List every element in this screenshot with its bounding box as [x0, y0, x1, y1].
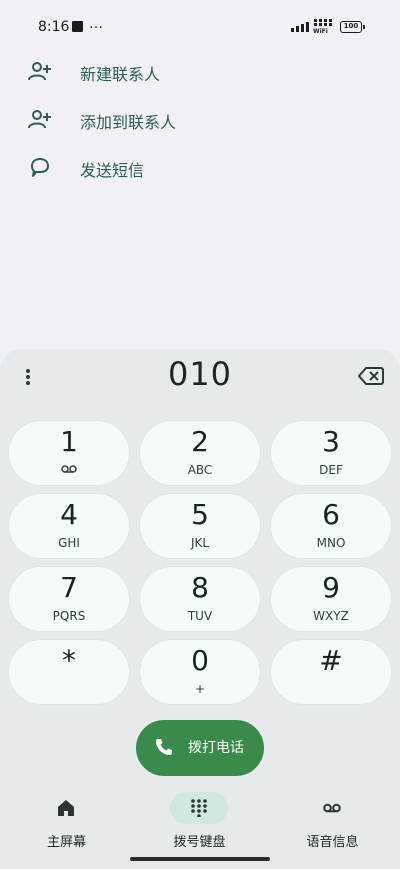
- add-to-contact-label: 添加到联系人: [80, 113, 177, 132]
- key-5[interactable]: 5 JKL: [139, 493, 261, 559]
- key-letters: GHI: [58, 536, 80, 550]
- nav-dialpad-label: 拨号键盘: [173, 835, 226, 850]
- key-digit: 9: [322, 571, 340, 604]
- wifi-icon: [314, 19, 332, 26]
- key-star[interactable]: *: [8, 639, 130, 705]
- send-message-label: 发送短信: [80, 161, 145, 180]
- status-time: 8:16: [38, 19, 70, 35]
- key-8[interactable]: 8 TUV: [139, 566, 261, 632]
- phone-icon: [156, 739, 172, 755]
- nav-home-label: 主屏幕: [46, 835, 86, 850]
- backspace-icon[interactable]: [358, 366, 384, 386]
- dialpad-icon: [191, 799, 207, 817]
- key-letters: +: [194, 682, 206, 696]
- key-letters: PQRS: [52, 609, 86, 623]
- key-hash[interactable]: #: [270, 639, 392, 705]
- key-1[interactable]: 1: [8, 420, 130, 486]
- key-digit: #: [319, 644, 343, 677]
- dialed-number[interactable]: 010: [100, 355, 300, 393]
- home-gesture-bar[interactable]: [130, 857, 270, 861]
- key-6[interactable]: 6 MNO: [270, 493, 392, 559]
- nav-home[interactable]: 主屏幕: [0, 792, 133, 852]
- home-icon: [58, 800, 74, 816]
- key-letters: TUV: [187, 609, 213, 623]
- key-digit: 8: [191, 571, 209, 604]
- call-label: 拨打电话: [188, 740, 244, 756]
- key-7[interactable]: 7 PQRS: [8, 566, 130, 632]
- call-button[interactable]: 拨打电话: [136, 720, 264, 776]
- add-to-contact-option[interactable]: 添加到联系人: [0, 98, 400, 142]
- key-digit: 2: [191, 425, 209, 458]
- wifi-label: WiFi: [313, 28, 328, 35]
- nav-voicemail-label: 语音信息: [306, 835, 359, 850]
- nav-voicemail[interactable]: 语音信息: [266, 792, 399, 852]
- battery-icon: 100: [340, 21, 365, 33]
- more-options-button[interactable]: [18, 367, 38, 387]
- voicemail-icon: [61, 465, 77, 473]
- key-digit: 7: [60, 571, 78, 604]
- key-0[interactable]: 0 +: [139, 639, 261, 705]
- key-4[interactable]: 4 GHI: [8, 493, 130, 559]
- dialpad-sheet: 010 1 2 ABC 3 DEF 4 GHI 5 JKL 6 MNO 7 PQ…: [0, 349, 400, 869]
- key-9[interactable]: 9 WXYZ: [270, 566, 392, 632]
- key-digit: 0: [191, 644, 209, 677]
- nav-dialpad[interactable]: 拨号键盘: [133, 792, 266, 852]
- key-letters: MNO: [316, 536, 346, 550]
- signal-strength-icon: [291, 22, 309, 32]
- key-letters: JKL: [190, 536, 210, 550]
- add-person-icon: [28, 62, 51, 81]
- key-3[interactable]: 3 DEF: [270, 420, 392, 486]
- add-person-icon: [28, 110, 51, 129]
- key-digit: 5: [191, 498, 209, 531]
- nav-dialpad-pill: [170, 792, 228, 824]
- notification-square-icon: [72, 21, 83, 32]
- key-letters: DEF: [319, 463, 343, 477]
- key-digit: 1: [60, 425, 78, 458]
- send-message-option[interactable]: 发送短信: [0, 146, 400, 190]
- key-digit: 6: [322, 498, 340, 531]
- new-contact-option[interactable]: 新建联系人: [0, 50, 400, 94]
- new-contact-label: 新建联系人: [80, 65, 161, 84]
- key-letters: ABC: [187, 463, 213, 477]
- key-digit: *: [62, 644, 76, 677]
- nav-home-pill: [37, 792, 95, 824]
- key-letters: WXYZ: [313, 609, 349, 623]
- more-notifications-indicator: …: [89, 16, 104, 32]
- message-bubble-icon: [31, 158, 49, 177]
- nav-voicemail-pill: [303, 792, 361, 824]
- key-digit: 4: [60, 498, 78, 531]
- key-2[interactable]: 2 ABC: [139, 420, 261, 486]
- voicemail-icon: [323, 803, 341, 813]
- key-digit: 3: [322, 425, 340, 458]
- status-bar: 8:16 … WiFi 100: [0, 0, 400, 54]
